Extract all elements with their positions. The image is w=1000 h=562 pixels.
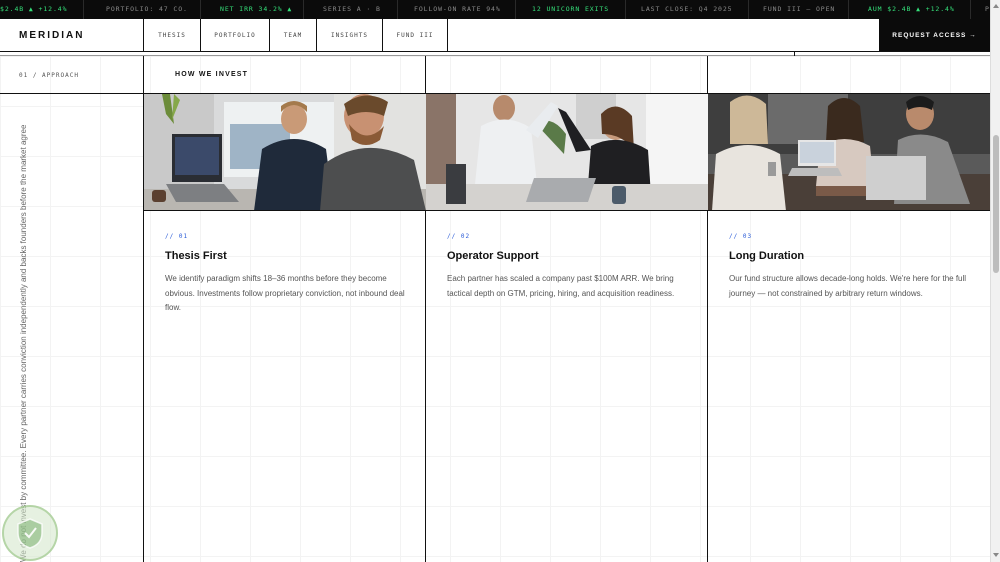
ticker-item: FUND III — OPEN <box>763 5 836 13</box>
request-access-button[interactable]: REQUEST ACCESS → <box>879 19 990 51</box>
card-title: Long Duration <box>729 250 805 262</box>
two-men-at-laptops-photo <box>144 94 426 211</box>
vertical-statement: We do not invest by committee. Every par… <box>19 125 28 562</box>
card-body: We identify paradigm shifts 18–36 months… <box>165 274 405 312</box>
ticker-item: FOLLOW-ON RATE 94% <box>414 5 501 13</box>
nav-item-insights[interactable]: INSIGHTS <box>316 19 382 51</box>
nav-item-team[interactable]: TEAM <box>269 19 316 51</box>
team-laptops-meeting-photo <box>708 94 990 211</box>
card-number: // 02 <box>447 233 471 240</box>
top-nav: MERIDIAN THESIS PORTFOLIO TEAM INSIGHTS … <box>0 19 990 52</box>
ticker-separator <box>83 0 84 19</box>
nav-item-fund-iii[interactable]: FUND III <box>382 19 448 51</box>
card-title: Operator Support <box>447 250 539 262</box>
vertical-statement-wrap: We do not invest by committee. Every par… <box>16 125 36 562</box>
section-header <box>0 56 990 94</box>
scroll-thumb[interactable] <box>993 135 999 273</box>
nav-item-thesis[interactable]: THESIS <box>143 19 200 51</box>
high-five-office-photo <box>426 94 708 211</box>
approach-card: // 01 Thesis First We identify paradigm … <box>144 94 426 562</box>
card-number: // 01 <box>165 233 189 240</box>
ticker-bar: $2.4B ▲ +12.4% PORTFOLIO: 47 CO. NET IRR 3… <box>0 0 1000 19</box>
nav-item-portfolio[interactable]: PORTFOLIO <box>200 19 269 51</box>
ticker-separator <box>397 0 398 19</box>
ticker-separator <box>970 0 971 19</box>
section-title: HOW WE INVEST <box>175 71 249 78</box>
ticker-separator <box>748 0 749 19</box>
ticker-item: AUM $2.4B ▲ +12.4% <box>868 5 955 13</box>
ticker-item: NET IRR 34.2% ▲ <box>220 5 293 13</box>
ticker-item: PORTFOLIO: 47 CO. <box>106 5 188 13</box>
shield-badge-icon <box>2 505 58 561</box>
ticker-item: LAST CLOSE: Q4 2025 <box>641 5 733 13</box>
scroll-down-arrow-icon[interactable] <box>993 553 999 557</box>
ticker-item: SERIES A · B <box>323 5 381 13</box>
card-body: Our fund structure allows decade-long ho… <box>729 274 967 298</box>
ticker-item: 12 UNICORN EXITS <box>532 5 610 13</box>
ticker-separator <box>625 0 626 19</box>
ticker-separator <box>515 0 516 19</box>
ticker-separator <box>848 0 849 19</box>
card-body: Each partner has scaled a company past $… <box>447 274 675 298</box>
ticker-separator <box>303 0 304 19</box>
card-title: Thesis First <box>165 250 227 262</box>
ticker-item: $2.4B ▲ +12.4% <box>0 5 68 13</box>
brand-logo[interactable]: MERIDIAN <box>19 30 84 41</box>
ticker-separator <box>200 0 201 19</box>
scroll-up-arrow-icon[interactable] <box>993 4 999 8</box>
approach-card: // 03 Long Duration Our fund structure a… <box>708 94 990 562</box>
section-number: 01 / APPROACH <box>19 72 79 79</box>
card-number: // 03 <box>729 233 753 240</box>
page-scrollbar[interactable] <box>990 0 1000 562</box>
approach-card: // 02 Operator Support Each partner has … <box>426 94 708 562</box>
